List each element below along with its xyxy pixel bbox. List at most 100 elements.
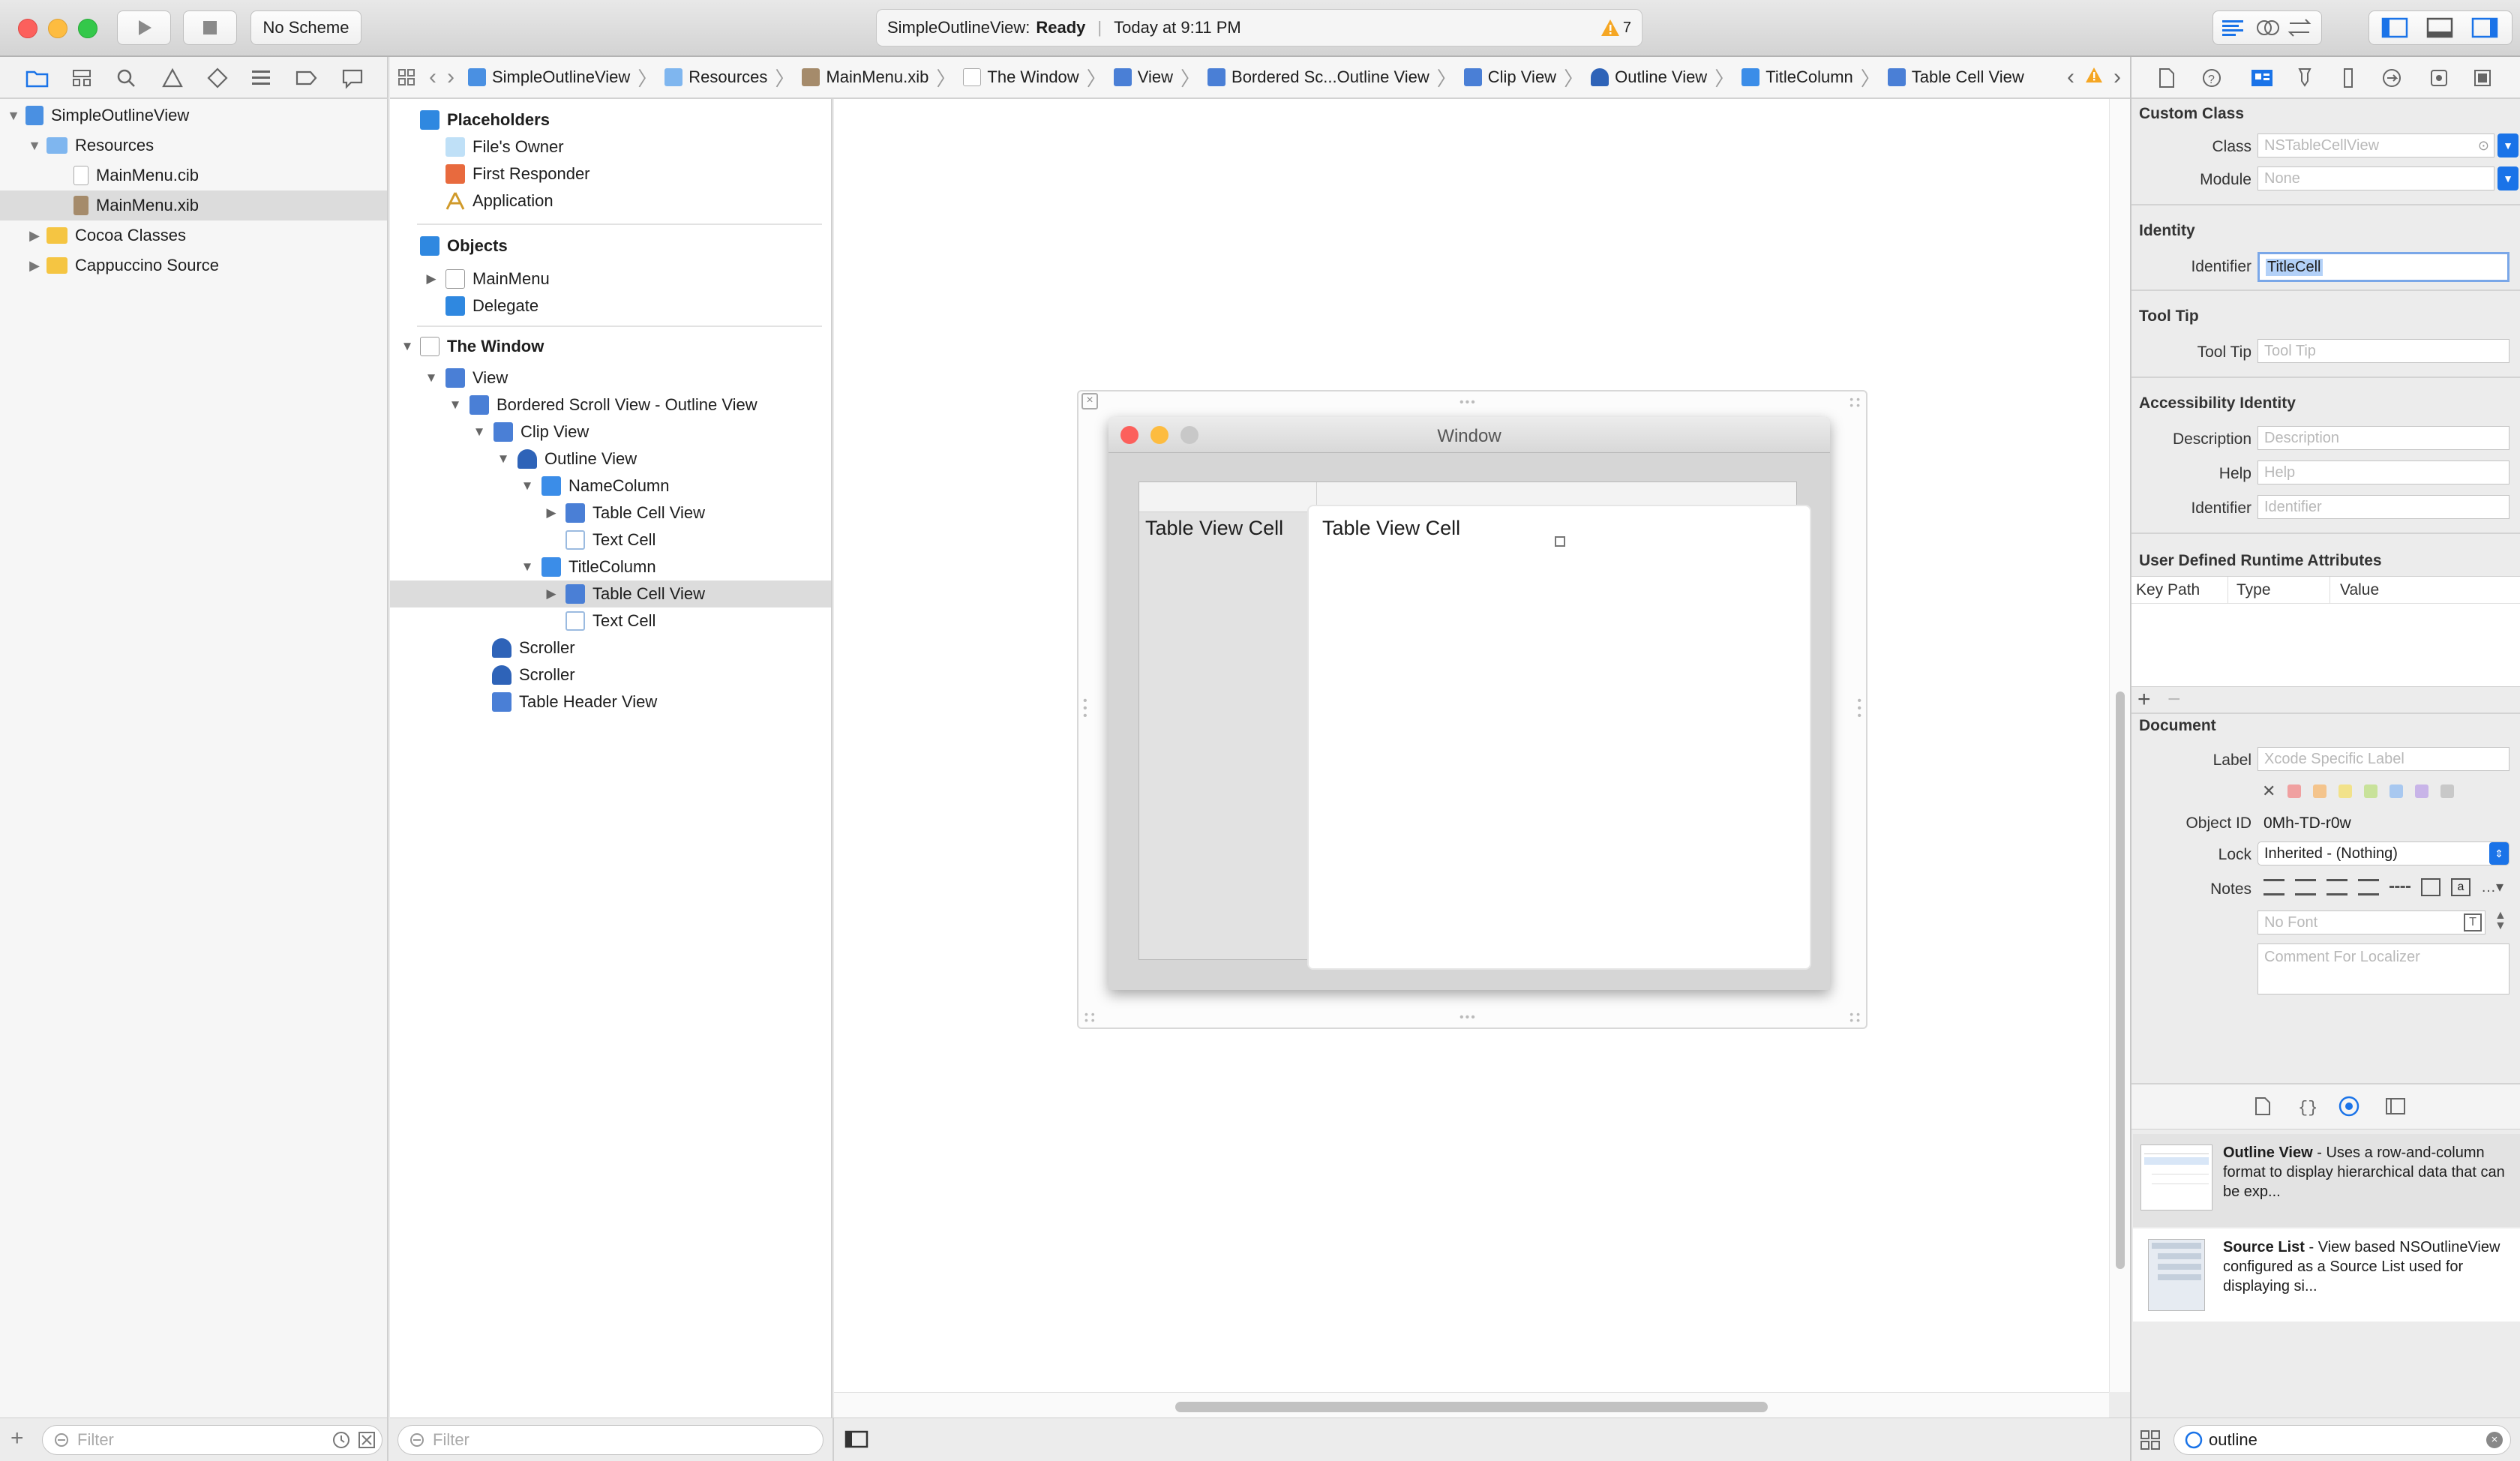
issue-warning-icon[interactable] (2085, 67, 2103, 88)
disclosure-open-icon[interactable]: ▼ (519, 560, 536, 574)
col-value[interactable]: Value (2340, 581, 2379, 599)
zoom-window-button[interactable] (78, 19, 98, 38)
doc-label-field[interactable]: Xcode Specific Label (2258, 747, 2510, 771)
crumb-outline-view[interactable]: Outline View (1591, 68, 1707, 87)
runtime-attributes-table[interactable]: Key Path Type Value (2132, 576, 2520, 687)
add-attribute-button[interactable]: + (2138, 687, 2151, 712)
crumb-table-cell-view[interactable]: Table Cell View (1887, 68, 2024, 87)
color-swatch-blue[interactable] (2390, 784, 2404, 798)
outline-item-view[interactable]: ▼ View (390, 364, 831, 392)
section-placeholders[interactable]: Placeholders (390, 106, 831, 134)
clear-search-icon[interactable]: × (2486, 1432, 2503, 1448)
disclosure-open-icon[interactable]: ▼ (495, 452, 512, 466)
disclosure-open-icon[interactable]: ▼ (423, 370, 440, 386)
clear-color-icon[interactable]: ✕ (2262, 782, 2276, 801)
crumb-title-column[interactable]: TitleColumn (1742, 68, 1853, 87)
outline-item-files-owner[interactable]: File's Owner (390, 134, 831, 160)
outline-filter-field[interactable]: Filter (398, 1425, 824, 1455)
color-swatch-orange[interactable] (2313, 784, 2327, 798)
scheme-selector[interactable]: No Scheme (250, 10, 362, 45)
stop-button[interactable] (183, 10, 237, 45)
nav-item-cocoa-classes[interactable]: ▶ Cocoa Classes (0, 220, 387, 250)
resize-handle-icon[interactable]: ••• (1460, 396, 1477, 410)
section-the-window[interactable]: ▼ The Window (390, 333, 831, 360)
disclosure-closed-icon[interactable]: ▶ (543, 506, 560, 520)
class-field[interactable]: NSTableCellView ⊙ (2258, 134, 2494, 158)
nav-item-cappuccino-source[interactable]: ▶ Cappuccino Source (0, 250, 387, 280)
table-cell-right[interactable]: Table View Cell (1322, 517, 1460, 540)
crumb-clip-view[interactable]: Clip View (1463, 68, 1556, 87)
outline-item-text-cell[interactable]: Text Cell (390, 608, 831, 634)
disclosure-closed-icon[interactable]: ▶ (543, 586, 560, 602)
nav-item-mainmenu-xib[interactable]: MainMenu.xib (0, 190, 387, 220)
outline-item-title-column[interactable]: ▼ TitleColumn (390, 554, 831, 580)
frame-close-icon[interactable]: × (1082, 393, 1098, 410)
crumb-scroll-view[interactable]: Bordered Sc...Outline View (1208, 68, 1430, 87)
disclosure-open-icon[interactable]: ▼ (399, 339, 416, 354)
outline-item-table-cell-view[interactable]: ▶ Table Cell View (390, 500, 831, 526)
outline-item-table-header-view[interactable]: Table Header View (390, 688, 831, 716)
identifier-field[interactable]: TitleCell (2258, 252, 2510, 282)
grid-view-icon[interactable] (2140, 1430, 2160, 1450)
library-search-field[interactable]: outline × (2174, 1425, 2511, 1455)
color-swatch-green[interactable] (2364, 784, 2378, 798)
outline-item-first-responder[interactable]: First Responder (390, 160, 831, 188)
align-right-icon[interactable] (2326, 878, 2348, 896)
outline-item-table-cell-view-selected[interactable]: ▶ Table Cell View (390, 580, 831, 608)
lock-popup[interactable]: Inherited - (Nothing) ⇕ (2258, 842, 2510, 866)
help-field[interactable]: Help (2258, 460, 2510, 484)
acc-identifier-field[interactable]: Identifier (2258, 495, 2510, 519)
color-swatch-red[interactable] (2288, 784, 2302, 798)
col-keypath[interactable]: Key Path (2136, 581, 2200, 599)
close-window-button[interactable] (18, 19, 38, 38)
notes-font-field[interactable]: No Font T (2258, 910, 2486, 934)
scm-filter-icon[interactable] (358, 1431, 376, 1449)
comment-for-localizer-field[interactable]: Comment For Localizer (2258, 944, 2510, 994)
font-stepper[interactable]: ▲ ▼ (2494, 910, 2506, 932)
jump-back-button[interactable]: ‹ (2067, 64, 2074, 90)
align-left-icon[interactable] (2264, 878, 2284, 896)
canvas-horizontal-scrollbar[interactable] (834, 1392, 2109, 1418)
resize-handle-icon[interactable]: ••• (1460, 1011, 1477, 1024)
run-button[interactable] (117, 10, 171, 45)
text-attachment-icon[interactable]: a (2451, 878, 2470, 896)
col-type[interactable]: Type (2236, 581, 2271, 599)
scroll-thumb[interactable] (1175, 1402, 1768, 1412)
outline-item-application[interactable]: Application (390, 188, 831, 214)
image-icon[interactable] (2421, 878, 2440, 896)
module-field[interactable]: None (2258, 166, 2494, 190)
disclosure-open-icon[interactable]: ▼ (27, 138, 42, 154)
outline-item-name-column[interactable]: ▼ NameColumn (390, 472, 831, 500)
design-window[interactable]: Window Table View Cell Table View Cell (1108, 417, 1830, 990)
navigator-filter-field[interactable]: Filter (42, 1425, 382, 1455)
disclosure-closed-icon[interactable]: ▶ (27, 228, 42, 244)
disclosure-open-icon[interactable]: ▼ (471, 424, 488, 440)
font-picker-icon[interactable]: T (2464, 914, 2482, 932)
outline-item-clip-view[interactable]: ▼ Clip View (390, 418, 831, 446)
section-objects[interactable]: Objects (390, 232, 831, 260)
description-field[interactable]: Description (2258, 426, 2510, 450)
recent-files-icon[interactable] (332, 1431, 350, 1449)
window-frame[interactable]: × ••• ••• • • • • • • • • • • • • • • • • • • W… (1077, 390, 1868, 1029)
resize-handle-icon[interactable]: • • • • (1850, 394, 1860, 410)
color-swatch-gray[interactable] (2440, 784, 2455, 798)
back-button[interactable]: ‹ (429, 64, 436, 90)
disclosure-open-icon[interactable]: ▼ (447, 398, 464, 412)
table-cell-left[interactable]: Table View Cell (1145, 517, 1283, 540)
forward-button[interactable]: › (447, 64, 454, 90)
outline-item-outline-view[interactable]: ▼ Outline View (390, 446, 831, 472)
canvas-vertical-scrollbar[interactable] (2109, 99, 2130, 1392)
nav-item-mainmenu-cib[interactable]: MainMenu.cib (0, 160, 387, 190)
related-items-icon[interactable] (398, 68, 423, 86)
outline-item-scroller[interactable]: Scroller (390, 634, 831, 662)
crumb-view[interactable]: View (1113, 68, 1173, 87)
remove-attribute-button[interactable]: − (2168, 687, 2181, 712)
ib-canvas[interactable]: × ••• ••• • • • • • • • • • • • • • • • • • • W… (834, 99, 2109, 1392)
resize-handle-icon[interactable]: ••• (1083, 695, 1088, 722)
align-center-icon[interactable] (2295, 878, 2316, 896)
selection-handle[interactable] (1555, 536, 1565, 547)
selected-table-cell-view[interactable]: Table View Cell (1307, 505, 1811, 970)
crumb-resources[interactable]: Resources (664, 68, 767, 87)
warning-badge[interactable]: 7 (1600, 19, 1631, 37)
crumb-project[interactable]: SimpleOutlineView (468, 68, 630, 87)
